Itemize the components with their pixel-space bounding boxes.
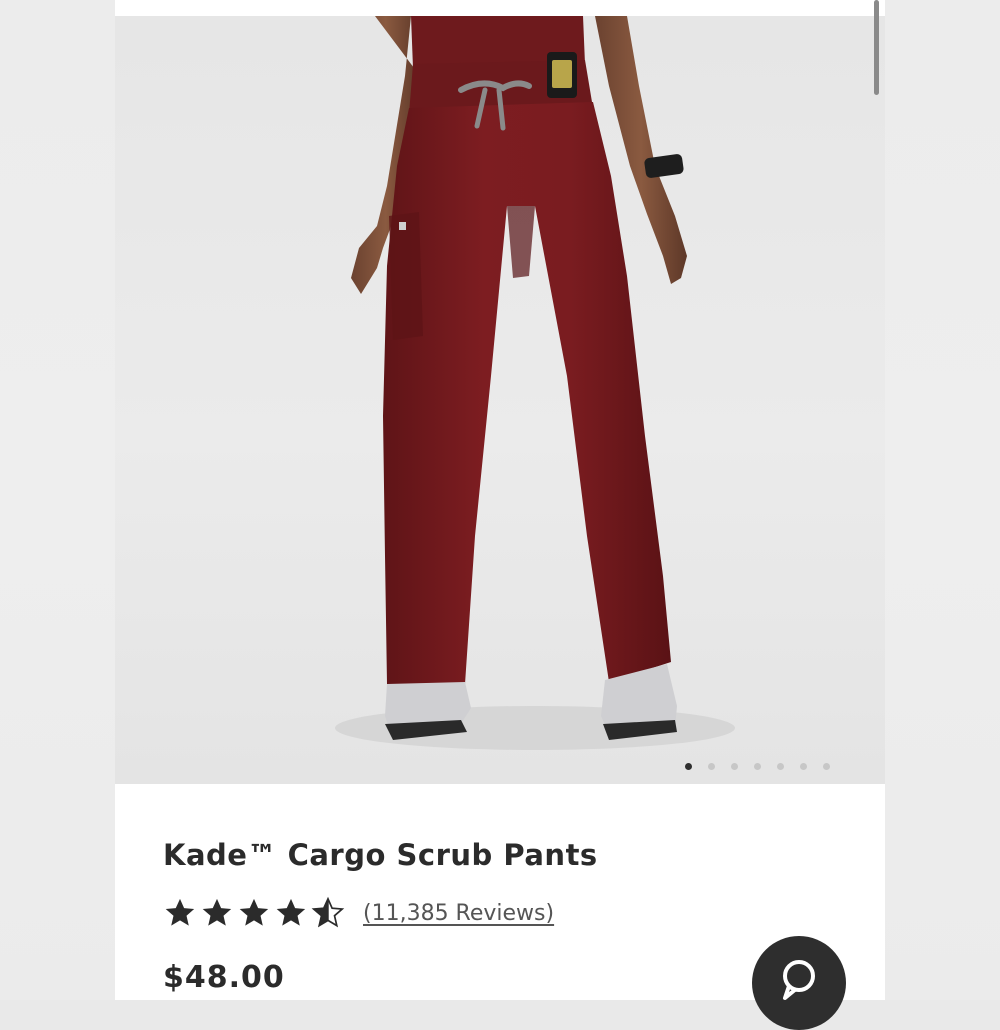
carousel-dot[interactable] [731,762,738,770]
background-left [0,0,115,1000]
carousel-dot[interactable] [823,762,830,770]
background-right [885,0,1000,1000]
star-icon [202,898,232,926]
half-star-icon [311,896,345,928]
product-image[interactable] [115,16,885,784]
product-photo-illustration [335,16,735,750]
carousel-dot[interactable] [708,762,715,770]
rating-stars [163,896,345,930]
carousel-dot[interactable] [800,762,807,770]
product-title: Kade™ Cargo Scrub Pants [163,838,598,872]
top-strip [115,0,885,16]
product-card: Kade™ Cargo Scrub Pants (11,385 Reviews)… [115,0,885,1000]
product-price: $48.00 [163,960,285,995]
carousel-dot[interactable] [777,762,784,770]
carousel-dot[interactable] [685,762,692,770]
star-icon [165,898,195,926]
carousel-dot[interactable] [754,762,761,770]
chat-button[interactable] [752,936,846,1030]
star-icon [276,898,306,926]
product-rating: (11,385 Reviews) [163,896,554,930]
scrollbar-thumb[interactable] [874,0,879,95]
reviews-link[interactable]: (11,385 Reviews) [363,901,554,926]
image-carousel-dots [685,761,830,771]
star-icon [239,898,269,926]
chat-icon [783,960,815,1000]
